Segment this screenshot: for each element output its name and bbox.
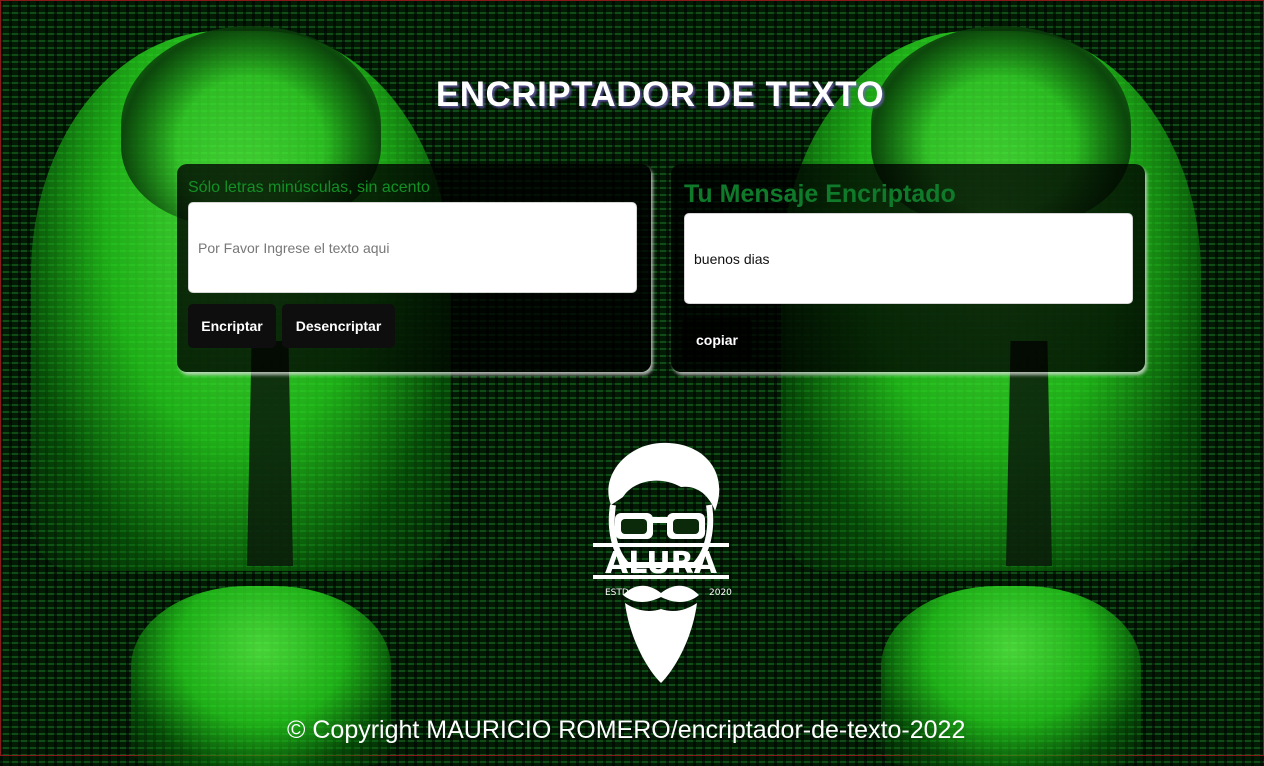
- footer-copyright: © Copyright MAURICIO ROMERO/encriptador-…: [287, 716, 966, 744]
- page-title: ENCRIPTADOR DE TEXTO: [435, 75, 885, 114]
- bearded-man-icon: ALURA ESTD 2020: [593, 442, 732, 683]
- encrypt-button[interactable]: Encriptar: [188, 304, 276, 348]
- logo-year-text: 2020: [709, 588, 732, 598]
- result-heading: Tu Mensaje Encriptado: [684, 180, 956, 208]
- copy-button[interactable]: copiar: [682, 318, 752, 362]
- result-output[interactable]: buenos dias: [684, 213, 1133, 304]
- decrypt-button[interactable]: Desencriptar: [282, 304, 395, 348]
- encrypt-panel: Sólo letras minúsculas, sin acento Por F…: [177, 164, 651, 372]
- input-hint: Sólo letras minúsculas, sin acento: [188, 179, 430, 196]
- logo-brand-text: ALURA: [605, 546, 718, 581]
- result-panel: Tu Mensaje Encriptado buenos dias copiar: [671, 164, 1145, 372]
- alura-logo: ALURA ESTD 2020: [589, 435, 733, 685]
- text-input[interactable]: Por Favor Ingrese el texto aqui: [188, 202, 637, 293]
